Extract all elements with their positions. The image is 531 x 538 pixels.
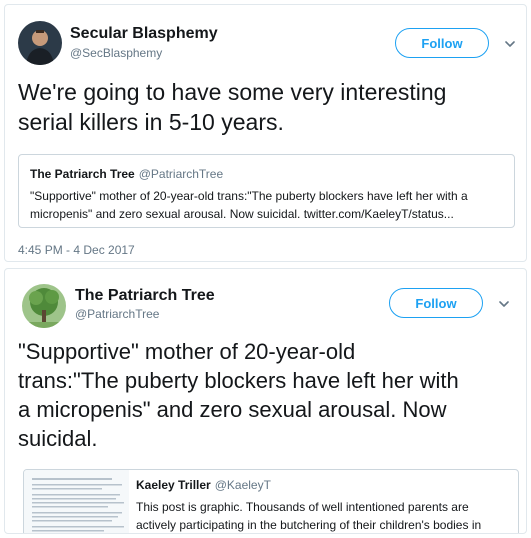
quoted-tweet-text: This post is graphic. Thousands of well … (136, 500, 482, 532)
quoted-tweet[interactable]: Kaeley Triller @KaeleyT This post is grap… (23, 469, 519, 533)
quoted-author-handle: @PatriarchTree (138, 167, 224, 181)
follow-button[interactable]: Follow (389, 288, 483, 318)
quoted-tweet[interactable]: The Patriarch Tree @PatriarchTree "Suppor… (18, 154, 515, 228)
author-handle[interactable]: @SecBlasphemy (70, 46, 162, 60)
quoted-tweet-header: Kaeley Triller @KaeleyT (136, 478, 271, 492)
quoted-tweet-header: The Patriarch Tree @PatriarchTree (30, 167, 223, 181)
tweet-text: We're going to have some very interestin… (18, 79, 447, 135)
quoted-author-name: The Patriarch Tree (30, 167, 135, 181)
author-handle[interactable]: @PatriarchTree (75, 307, 159, 321)
quoted-tweet-thumbnail[interactable] (24, 470, 129, 533)
tweet-text: "Supportive" mother of 20-year-old trans… (18, 339, 459, 451)
quoted-author-handle: @KaeleyT (214, 478, 271, 492)
quoted-author-name: Kaeley Triller (136, 478, 211, 492)
author-name[interactable]: Secular Blasphemy (70, 25, 218, 43)
timestamp[interactable]: 4:45 PM - 4 Dec 2017 (18, 243, 135, 257)
avatar[interactable] (18, 21, 62, 65)
author-name[interactable]: The Patriarch Tree (75, 287, 215, 305)
quoted-tweet-text: "Supportive" mother of 20-year-old trans… (30, 189, 468, 221)
avatar[interactable] (22, 284, 66, 328)
follow-button[interactable]: Follow (395, 28, 489, 58)
tweet-card[interactable]: The Patriarch Tree @PatriarchTree Follow… (4, 268, 527, 534)
chevron-down-icon[interactable] (503, 37, 517, 51)
tweet-card[interactable]: Secular Blasphemy @SecBlasphemy Follow W… (4, 4, 527, 262)
chevron-down-icon[interactable] (497, 297, 511, 311)
